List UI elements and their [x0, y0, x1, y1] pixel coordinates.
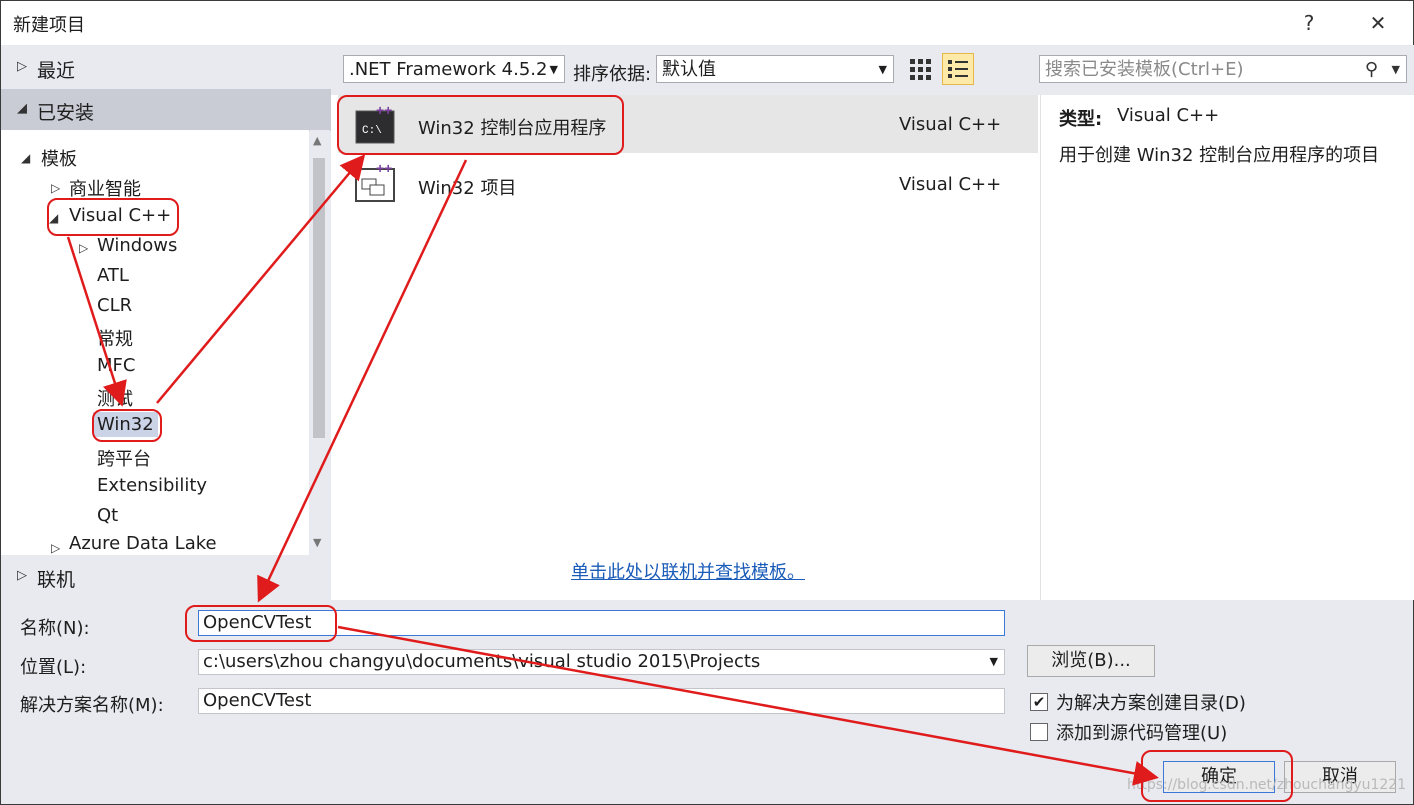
annotation-box — [1141, 750, 1293, 802]
source-control-checkbox[interactable] — [1030, 723, 1048, 741]
list-view-icon[interactable] — [942, 53, 974, 85]
sort-select[interactable]: 默认值 ▼ — [656, 55, 894, 83]
type-label: 类型: — [1059, 109, 1103, 130]
chevron-down-icon: ▼ — [878, 63, 887, 76]
tree-item-extensibility[interactable]: Extensibility — [97, 475, 207, 496]
help-button[interactable]: ? — [1294, 9, 1324, 37]
template-name[interactable]: Win32 项目 — [418, 174, 516, 200]
expand-arrow-icon: ▷ — [17, 568, 27, 583]
annotation-box — [337, 95, 624, 155]
chevron-down-icon: ▼ — [549, 63, 558, 76]
search-placeholder: 搜索已安装模板(Ctrl+E) — [1045, 59, 1244, 80]
sort-label: 排序依据: — [573, 64, 652, 85]
collapse-arrow-icon: ◢ — [17, 101, 27, 116]
online-templates-link[interactable]: 单击此处以联机并查找模板。 — [571, 558, 805, 584]
win32-project-icon: ++ — [354, 160, 398, 205]
search-icon[interactable]: ⚲ — [1365, 56, 1378, 84]
tree-item-clr[interactable]: CLR — [97, 295, 132, 316]
annotation-box — [47, 198, 179, 236]
location-label: 位置(L): — [20, 657, 87, 678]
create-directory-checkbox[interactable]: ✔ — [1030, 693, 1048, 711]
framework-select[interactable]: .NET Framework 4.5.2 ▼ — [343, 55, 565, 83]
chevron-down-icon[interactable]: ▼ — [990, 650, 998, 674]
annotation-box — [185, 605, 337, 642]
tree-item-crossplatform[interactable]: 跨平台 — [97, 445, 151, 471]
template-toolbar: .NET Framework 4.5.2 ▼ 排序依据: 默认值 ▼ 搜索已安装… — [331, 45, 1414, 95]
tree-item-qt[interactable]: Qt — [97, 505, 118, 526]
scroll-up-icon[interactable]: ▲ — [313, 134, 321, 147]
nav-recent-label: 最近 — [37, 60, 76, 82]
annotation-box — [92, 409, 162, 442]
tree-item-atl[interactable]: ATL — [97, 265, 129, 286]
nav-installed[interactable]: ◢ 已安装 — [1, 89, 331, 131]
scroll-down-icon[interactable]: ▼ — [313, 536, 321, 549]
title-bar: 新建项目 ? ✕ — [1, 1, 1413, 45]
solution-name-field[interactable]: OpenCVTest — [198, 688, 1005, 714]
close-button[interactable]: ✕ — [1363, 9, 1393, 37]
grid-view-icon[interactable] — [905, 54, 935, 84]
type-value: Visual C++ — [1117, 105, 1220, 126]
source-control-label: 添加到源代码管理(U) — [1056, 723, 1228, 744]
tree-item-test[interactable]: 测试 — [97, 385, 133, 411]
location-field[interactable]: c:\users\zhou changyu\documents\visual s… — [198, 649, 1005, 675]
window-title: 新建项目 — [13, 15, 85, 36]
chevron-down-icon[interactable]: ▼ — [1392, 56, 1400, 84]
expand-arrow-icon: ▷ — [51, 541, 61, 555]
template-description: 用于创建 Win32 控制台应用程序的项目 — [1059, 145, 1380, 166]
template-language: Visual C++ — [899, 114, 1002, 135]
template-language: Visual C++ — [899, 174, 1002, 195]
scrollbar-thumb[interactable] — [313, 158, 325, 438]
framework-value: .NET Framework 4.5.2 — [349, 59, 548, 80]
nav-online[interactable]: ▷ 联机 — [1, 556, 331, 598]
template-list: C:\ ++ Win32 控制台应用程序 Visual C++ ++ Win32… — [338, 95, 1038, 600]
tree-item-windows[interactable]: Windows — [97, 235, 177, 256]
svg-text:++: ++ — [376, 161, 392, 176]
nav-installed-label: 已安装 — [37, 102, 95, 124]
expand-arrow-icon: ▷ — [17, 59, 27, 74]
collapse-arrow-icon: ◢ — [21, 151, 31, 165]
expand-arrow-icon: ▷ — [79, 241, 89, 255]
nav-recent[interactable]: ▷ 最近 — [1, 47, 331, 89]
name-label: 名称(N): — [20, 618, 90, 639]
solution-value: OpenCVTest — [203, 690, 312, 711]
tree-item-mfc[interactable]: MFC — [97, 355, 135, 376]
nav-online-label: 联机 — [37, 569, 76, 591]
create-directory-label: 为解决方案创建目录(D) — [1056, 693, 1246, 714]
tree-item-general[interactable]: 常规 — [97, 325, 133, 351]
solution-label: 解决方案名称(M): — [20, 695, 164, 716]
tree-item-templates[interactable]: 模板 — [41, 145, 77, 171]
search-input[interactable]: 搜索已安装模板(Ctrl+E) ⚲ ▼ — [1039, 55, 1407, 83]
expand-arrow-icon: ▷ — [51, 181, 61, 195]
tree-item-azure[interactable]: Azure Data Lake — [69, 533, 217, 554]
sort-value: 默认值 — [662, 59, 716, 80]
location-value: c:\users\zhou changyu\documents\visual s… — [203, 651, 761, 672]
template-details: 类型: Visual C++ 用于创建 Win32 控制台应用程序的项目 — [1040, 95, 1414, 600]
browse-button[interactable]: 浏览(B)... — [1027, 645, 1155, 677]
template-tree: ◢ 模板 ▷ 商业智能 ◢ Visual C++ ▷ Windows ATL C… — [1, 130, 309, 555]
